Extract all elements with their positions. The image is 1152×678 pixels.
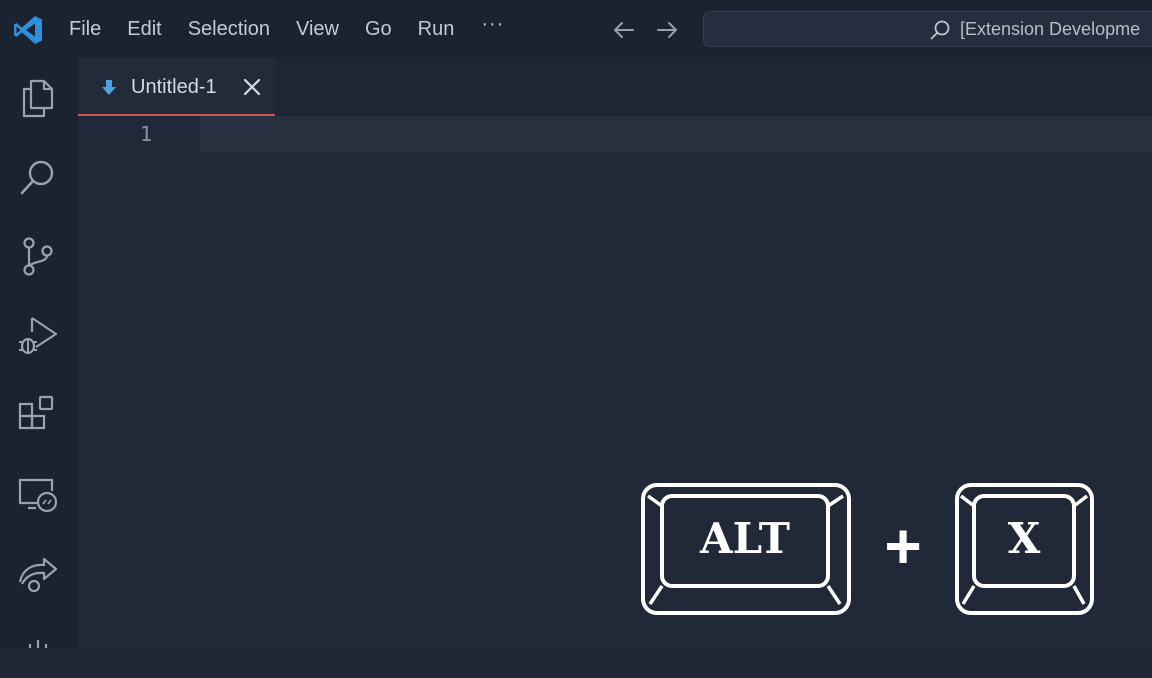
tab-untitled-1[interactable]: Untitled-1 bbox=[78, 58, 275, 116]
menu-file[interactable]: File bbox=[56, 0, 114, 58]
close-icon[interactable] bbox=[242, 77, 262, 97]
menu-edit[interactable]: Edit bbox=[114, 0, 174, 58]
search-icon[interactable] bbox=[16, 156, 60, 200]
menu-run[interactable]: Run bbox=[405, 0, 468, 58]
tab-label: Untitled-1 bbox=[131, 76, 217, 98]
back-arrow-icon[interactable] bbox=[611, 17, 637, 43]
line-number: 1 bbox=[140, 122, 153, 146]
title-bar: File Edit Selection View Go Run ··· [Ext… bbox=[0, 0, 1152, 58]
more-views-icon[interactable] bbox=[16, 634, 60, 678]
current-line-highlight bbox=[200, 116, 1152, 152]
search-box-text: [Extension Developme bbox=[960, 19, 1141, 39]
menu-view[interactable]: View bbox=[283, 0, 352, 58]
search-icon bbox=[930, 20, 950, 40]
menu-go[interactable]: Go bbox=[352, 0, 405, 58]
remote-explorer-icon[interactable] bbox=[16, 474, 60, 518]
file-download-icon bbox=[102, 80, 116, 95]
forward-arrow-icon[interactable] bbox=[654, 17, 680, 43]
command-center-search[interactable]: [Extension Developme bbox=[703, 11, 1152, 47]
extensions-icon[interactable] bbox=[16, 394, 60, 438]
explorer-icon[interactable] bbox=[16, 76, 60, 120]
editor-tab-strip: Untitled-1 bbox=[78, 58, 1152, 116]
vscode-logo-icon[interactable] bbox=[12, 14, 44, 46]
live-share-icon[interactable] bbox=[16, 554, 60, 598]
menu-more-button[interactable]: ··· bbox=[467, 13, 518, 36]
run-debug-icon[interactable] bbox=[16, 314, 60, 358]
menu-bar: File Edit Selection View Go Run ··· bbox=[56, 0, 518, 58]
menu-selection[interactable]: Selection bbox=[175, 0, 283, 58]
activity-bar bbox=[0, 58, 78, 648]
editor-area[interactable]: 1 bbox=[78, 116, 1152, 648]
source-control-icon[interactable] bbox=[16, 234, 60, 278]
